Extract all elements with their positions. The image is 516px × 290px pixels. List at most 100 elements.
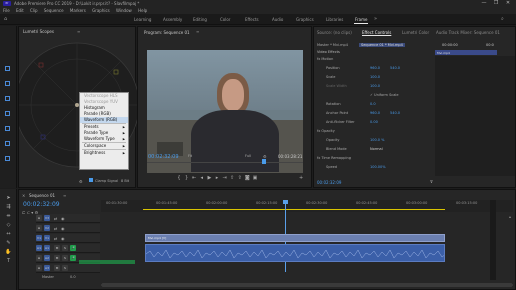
menu-item-waveform-rgb[interactable]: Waveform (RGB) bbox=[80, 117, 128, 123]
menu-item-waveform-type[interactable]: Waveform Type ▶ bbox=[80, 136, 128, 142]
effect-row-value[interactable]: 100.0 bbox=[370, 84, 380, 88]
more-workspaces-icon[interactable]: » bbox=[374, 16, 377, 22]
workspace-learning[interactable]: Learning bbox=[134, 17, 151, 22]
track-label[interactable]: A1 bbox=[44, 245, 50, 251]
work-area-bar[interactable] bbox=[143, 209, 445, 210]
scrollbar-thumb[interactable] bbox=[101, 283, 513, 287]
workspace-graphics[interactable]: Graphics bbox=[296, 17, 314, 22]
effect-row[interactable]: fx Opacity bbox=[317, 129, 335, 133]
track-label[interactable]: V3 bbox=[44, 215, 50, 221]
menu-file[interactable]: File bbox=[3, 8, 10, 13]
mark-out-icon[interactable]: } bbox=[184, 175, 190, 181]
effect-row[interactable]: Anchor Point bbox=[326, 111, 348, 115]
track-header-a3[interactable]: ⊡ A3 M S bbox=[36, 264, 100, 273]
comparison-icon[interactable]: ▣ bbox=[252, 175, 258, 181]
dock-swatch-icon[interactable] bbox=[5, 96, 10, 101]
hand-tool-icon[interactable]: ✋ bbox=[5, 249, 12, 256]
sync-lock-icon[interactable]: ⇄ bbox=[54, 216, 57, 221]
razor-tool-icon[interactable]: ◇ bbox=[5, 222, 12, 229]
quality-select[interactable]: Full bbox=[245, 154, 251, 158]
pen-tool-icon[interactable]: ✎ bbox=[5, 240, 12, 247]
program-timecode[interactable]: 00:02:32:09 bbox=[148, 154, 179, 160]
step-back-icon[interactable]: ◂ bbox=[199, 175, 205, 181]
play-icon[interactable]: ▶ bbox=[206, 175, 212, 181]
workspace-frame[interactable]: Frame bbox=[355, 17, 367, 22]
filter-icon[interactable]: ⊽ bbox=[430, 179, 433, 184]
tab-audio-track-mixer[interactable]: Audio Track Mixer: Sequence 01 bbox=[436, 30, 500, 35]
menu-item-colorspace[interactable]: Colorspace ▶ bbox=[80, 143, 128, 149]
tab-source[interactable]: Source: (no clips) bbox=[317, 30, 352, 35]
track-lock-icon[interactable]: ⊡ bbox=[36, 265, 42, 271]
program-playhead[interactable] bbox=[262, 159, 266, 164]
program-scrub-bar[interactable] bbox=[147, 162, 303, 163]
track-lock-icon[interactable]: ⊡ bbox=[36, 225, 42, 231]
menu-window[interactable]: Window bbox=[116, 8, 132, 13]
workspace-libraries[interactable]: Libraries bbox=[326, 17, 343, 22]
sync-lock-icon[interactable]: ⇄ bbox=[54, 226, 57, 231]
dock-swatch-icon[interactable] bbox=[5, 126, 10, 131]
workspace-effects[interactable]: Effects bbox=[245, 17, 259, 22]
playhead-handle[interactable] bbox=[283, 200, 288, 204]
time-ruler[interactable]: 00:01:30:00 00:01:45:00 00:02:00:00 00:0… bbox=[101, 200, 513, 212]
track-select-tool-icon[interactable]: ⇶ bbox=[5, 204, 12, 211]
effect-row[interactable]: Blend Mode bbox=[326, 147, 347, 151]
selection-tool-icon[interactable]: ➤ bbox=[5, 195, 12, 202]
effects-timecode[interactable]: 00:02:32:09 bbox=[317, 180, 341, 185]
effect-row[interactable]: Position bbox=[326, 66, 340, 70]
close-tab-icon[interactable]: × bbox=[22, 193, 25, 198]
ripple-edit-tool-icon[interactable]: ⇹ bbox=[5, 213, 12, 220]
effect-row[interactable]: Opacity bbox=[326, 138, 339, 142]
go-to-out-icon[interactable]: ⇥ bbox=[222, 175, 228, 181]
tab-effect-controls[interactable]: Effect Controls bbox=[362, 30, 391, 35]
track-scroll-icon[interactable]: ▴ bbox=[509, 214, 511, 219]
type-tool-icon[interactable]: T bbox=[5, 258, 12, 265]
workspace-editing[interactable]: Editing bbox=[193, 17, 207, 22]
sync-lock-icon[interactable]: ⇄ bbox=[54, 236, 57, 241]
timeline-timecode[interactable]: 00:02:32:09 bbox=[23, 201, 60, 208]
workspace-color[interactable]: Color bbox=[220, 17, 230, 22]
effect-row-value-2[interactable]: 540.0 bbox=[390, 111, 400, 115]
menu-graphics[interactable]: Graphics bbox=[92, 8, 110, 13]
effect-row-value-2[interactable]: 540.0 bbox=[390, 66, 400, 70]
menu-clip[interactable]: Clip bbox=[30, 8, 38, 13]
panel-menu-icon[interactable]: ≡ bbox=[77, 29, 80, 34]
lumetri-scopes-tab[interactable]: Lumetri Scopes bbox=[23, 29, 54, 34]
dock-swatch-icon[interactable] bbox=[5, 66, 10, 71]
maximize-button[interactable]: ❐ bbox=[490, 0, 502, 7]
effect-row-value[interactable]: 100.00% bbox=[370, 165, 386, 169]
track-lock-icon[interactable]: V1 bbox=[36, 235, 42, 241]
go-to-in-icon[interactable]: ⇤ bbox=[191, 175, 197, 181]
menu-markers[interactable]: Markers bbox=[70, 8, 86, 13]
effect-row[interactable]: Speed bbox=[326, 165, 337, 169]
clamp-signal-checkbox[interactable] bbox=[89, 178, 93, 182]
effect-row[interactable]: Scale bbox=[326, 75, 335, 79]
track-lock-icon[interactable]: ⊡ bbox=[36, 215, 42, 221]
wrench-icon[interactable]: ⚙ bbox=[79, 179, 83, 184]
snap-icon[interactable]: ⊏ bbox=[22, 210, 25, 215]
search-icon[interactable]: ⌕ bbox=[501, 16, 504, 22]
track-label[interactable]: A3 bbox=[44, 265, 50, 271]
master-volume[interactable]: 0.0 bbox=[70, 275, 76, 279]
effect-row-value[interactable]: 100.0 bbox=[370, 75, 380, 79]
menu-sequence[interactable]: Sequence bbox=[44, 8, 64, 13]
solo-button[interactable]: S bbox=[62, 255, 68, 261]
slip-tool-icon[interactable]: ↔ bbox=[5, 231, 12, 238]
solo-button[interactable]: S bbox=[62, 245, 68, 251]
effect-row-value[interactable]: Normal bbox=[370, 147, 383, 151]
mute-button[interactable]: M bbox=[54, 255, 60, 261]
mini-timeline-clip[interactable]: Mvi.mp4 bbox=[435, 50, 497, 55]
program-monitor-tab[interactable]: Program: Sequence 01 bbox=[144, 30, 190, 35]
eye-icon[interactable]: ◉ bbox=[61, 226, 65, 231]
eye-icon[interactable]: ◉ bbox=[61, 216, 65, 221]
effect-row[interactable]: Anti-flicker Filter bbox=[326, 120, 355, 124]
effect-row[interactable]: Scale Width bbox=[326, 84, 347, 88]
panel-menu-icon[interactable]: ≡ bbox=[63, 193, 66, 198]
track-header-v1[interactable]: V1 V1 ⇄ ◉ bbox=[36, 234, 100, 243]
mark-in-icon[interactable]: { bbox=[176, 175, 182, 181]
track-header-a1[interactable]: A1 A1 M S 🎤 bbox=[36, 244, 100, 253]
home-icon[interactable]: ⌂ bbox=[4, 16, 7, 22]
sequence-tab[interactable]: Sequence 01 bbox=[29, 193, 55, 198]
audio-clip[interactable] bbox=[145, 244, 445, 262]
track-label[interactable]: A2 bbox=[44, 255, 50, 261]
master-clip-select[interactable]: Master * Mvi.mp4 bbox=[317, 43, 348, 47]
